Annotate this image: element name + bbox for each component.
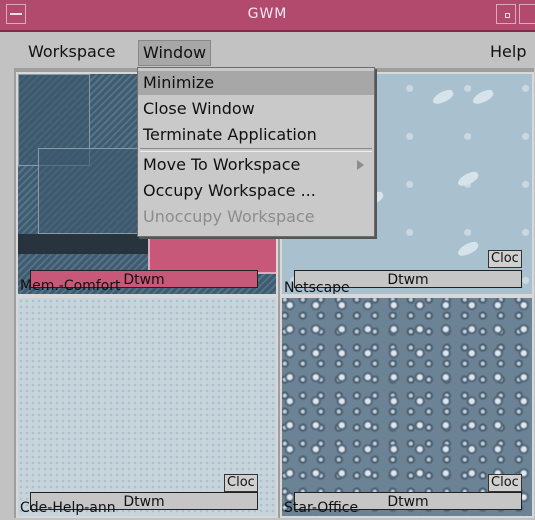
window-title: GWM [247, 6, 288, 22]
title-bar[interactable]: GWM [0, 0, 535, 32]
workspace-pane-4[interactable]: Cloc Dtwm Star-Office [280, 296, 534, 518]
menu-bar: Workspace Window Help [8, 38, 530, 66]
maximize-button[interactable] [519, 4, 535, 24]
workspace-label: Star-Office [284, 500, 359, 516]
menu-item-minimize[interactable]: Minimize [138, 71, 374, 95]
workspace-label: Netscape [284, 280, 350, 296]
menu-workspace[interactable]: Workspace [24, 40, 119, 64]
workspace-label: Mem.-Comfort [20, 278, 121, 294]
clock-window: Cloc [488, 250, 522, 268]
gwm-window: GWM Workspace Window Help Dtwm Mem.-Comf… [0, 0, 535, 520]
menu-separator [140, 148, 372, 152]
minimize-button[interactable] [496, 4, 516, 24]
menu-item-occupy-workspace[interactable]: Occupy Workspace ... [138, 179, 374, 203]
clock-window: Cloc [224, 474, 258, 492]
menu-help[interactable]: Help [486, 40, 530, 64]
workspace-pane-3[interactable]: Cloc Dtwm Cde-Help-ann [16, 296, 278, 518]
clock-window: Cloc [488, 474, 522, 492]
menu-item-label: Move To Workspace [143, 155, 301, 174]
workspace-label: Cde-Help-ann [20, 500, 116, 516]
menu-item-move-to-workspace[interactable]: Move To Workspace [138, 153, 374, 177]
menu-window[interactable]: Window [138, 40, 212, 66]
menu-item-terminate-application[interactable]: Terminate Application [138, 123, 374, 147]
submenu-arrow-icon [357, 160, 364, 170]
window-dropdown-menu: Minimize Close Window Terminate Applicat… [137, 67, 375, 237]
window-thumbnail [38, 148, 150, 234]
menu-item-close-window[interactable]: Close Window [138, 97, 374, 121]
menu-item-unoccupy-workspace: Unoccupy Workspace [143, 207, 315, 226]
